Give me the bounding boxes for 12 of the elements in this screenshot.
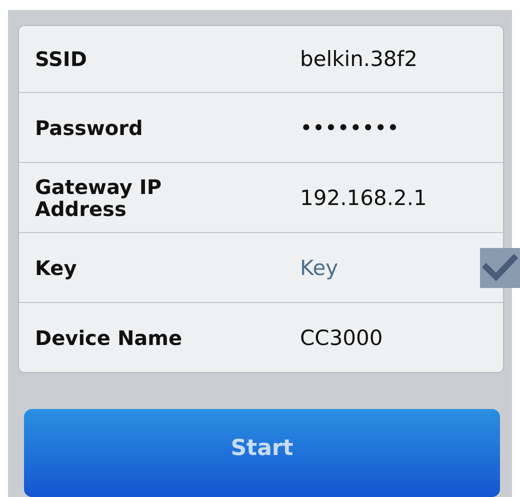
field-label: Device Name (35, 326, 184, 348)
input-field[interactable]: belkin.38f2 (300, 47, 480, 71)
input-field[interactable]: CC3000 (300, 326, 480, 350)
checkbox[interactable] (480, 248, 520, 288)
input-field[interactable]: •••••••• (300, 116, 480, 140)
checkmark-icon (482, 252, 518, 282)
input-field[interactable]: 192.168.2.1 (300, 186, 480, 210)
field-label: SSID (35, 48, 88, 70)
input-field[interactable]: Key (300, 256, 480, 280)
field-label: Gateway IP Address (35, 176, 162, 220)
field-label: Password (35, 116, 144, 138)
field-label: Key (35, 256, 78, 278)
